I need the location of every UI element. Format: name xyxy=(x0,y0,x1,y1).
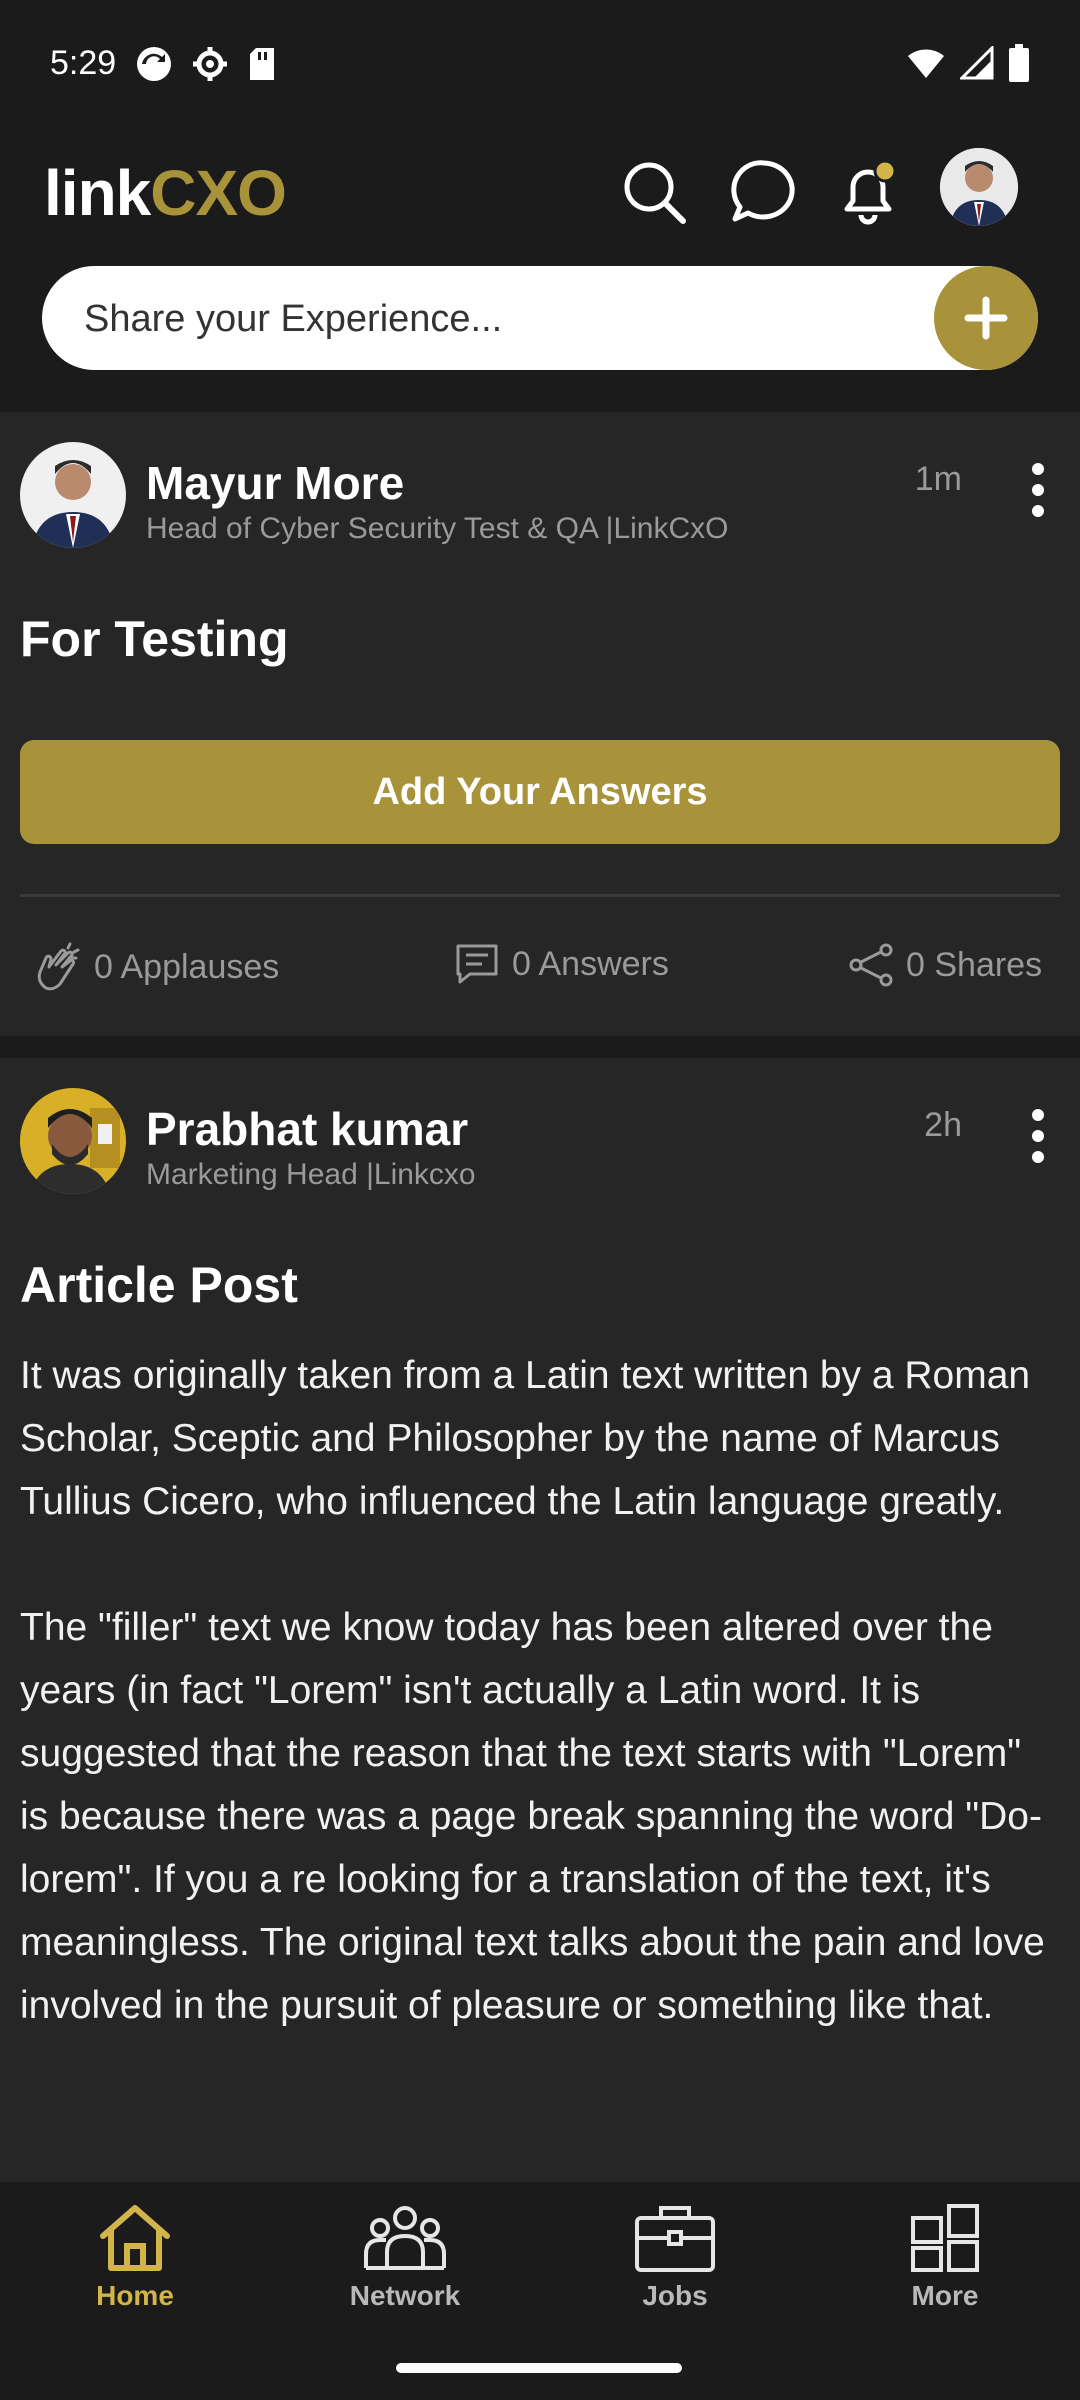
status-time: 5:29 xyxy=(50,44,117,82)
article-body: It was originally taken from a Latin tex… xyxy=(20,1344,1060,2037)
share-placeholder: Share your Experience... xyxy=(84,298,503,340)
search-button[interactable] xyxy=(612,150,696,234)
add-post-button[interactable] xyxy=(934,266,1038,370)
nav-jobs-label: Jobs xyxy=(642,2280,708,2311)
nav-jobs[interactable]: Jobs xyxy=(540,2184,810,2336)
briefcase-icon xyxy=(635,2206,715,2272)
notification-bell-icon xyxy=(844,159,897,225)
post-card: Prabhat kumar Marketing Head |Linkcxo 2h… xyxy=(0,1058,1080,2182)
status-bar: 5:29 xyxy=(0,0,1080,130)
chat-icon xyxy=(731,160,795,222)
nav-network[interactable]: Network xyxy=(270,2184,540,2336)
plus-icon xyxy=(964,296,1008,340)
profile-avatar[interactable] xyxy=(940,148,1018,226)
post-card: Mayur More Head of Cyber Security Test &… xyxy=(0,412,1080,1036)
signal-icon xyxy=(960,46,994,80)
nav-home-label: Home xyxy=(96,2280,174,2311)
network-icon xyxy=(364,2206,446,2270)
post-time: 1m xyxy=(914,460,962,498)
author-avatar[interactable] xyxy=(20,442,126,548)
applause-button[interactable]: 0 Applauses xyxy=(32,942,279,992)
shares-count: 0 Shares xyxy=(906,945,1043,984)
applause-count: 0 Applauses xyxy=(94,947,280,986)
more-options-icon[interactable] xyxy=(1026,462,1050,518)
author-name[interactable]: Prabhat kumar xyxy=(146,1102,468,1156)
home-icon xyxy=(100,2205,170,2271)
linkcxo-logo[interactable]: linkCXO xyxy=(44,156,287,230)
applause-icon xyxy=(37,942,80,991)
nav-more-label: More xyxy=(911,2280,979,2311)
more-options-icon[interactable] xyxy=(1026,1108,1050,1164)
author-role: Marketing Head |Linkcxo xyxy=(146,1158,476,1191)
author-role: Head of Cyber Security Test & QA |LinkCx… xyxy=(146,512,729,545)
nav-network-label: Network xyxy=(349,2280,461,2311)
settings-icon xyxy=(193,47,227,81)
nav-home[interactable]: Home xyxy=(0,2184,270,2336)
answers-button[interactable]: 0 Answers xyxy=(454,942,669,986)
bottom-navigation: Home Network Jobs More xyxy=(0,2184,1080,2336)
avatar-image xyxy=(20,442,126,548)
app-header: linkCXO Share your Experience... xyxy=(0,130,1080,410)
share-icon xyxy=(849,943,893,987)
comment-icon xyxy=(456,944,498,984)
post-title: Article Post xyxy=(20,1257,298,1313)
article-paragraph: It was originally taken from a Latin tex… xyxy=(20,1354,1031,1523)
search-icon xyxy=(624,162,686,224)
answers-count: 0 Answers xyxy=(512,944,669,983)
shares-button[interactable]: 0 Shares xyxy=(848,942,1042,988)
article-paragraph: The "filler" text we know today has been… xyxy=(20,1606,1045,2027)
divider xyxy=(20,894,1060,897)
add-answers-button[interactable]: Add Your Answers xyxy=(20,740,1060,844)
avatar-image xyxy=(940,148,1018,226)
chat-button[interactable] xyxy=(722,150,806,234)
sd-card-icon xyxy=(250,48,274,80)
wifi-icon xyxy=(908,49,944,78)
author-avatar[interactable] xyxy=(20,1088,126,1194)
sync-icon xyxy=(137,47,171,81)
notifications-button[interactable] xyxy=(826,150,910,234)
author-name[interactable]: Mayur More xyxy=(146,456,404,510)
grid-icon xyxy=(911,2204,979,2272)
nav-more[interactable]: More xyxy=(810,2184,1080,2336)
post-title: For Testing xyxy=(20,611,289,667)
share-experience-input[interactable]: Share your Experience... xyxy=(42,266,1038,370)
avatar-image xyxy=(20,1088,126,1194)
gesture-handle[interactable] xyxy=(396,2363,682,2373)
battery-icon xyxy=(1009,44,1029,82)
post-time: 2h xyxy=(924,1106,962,1144)
